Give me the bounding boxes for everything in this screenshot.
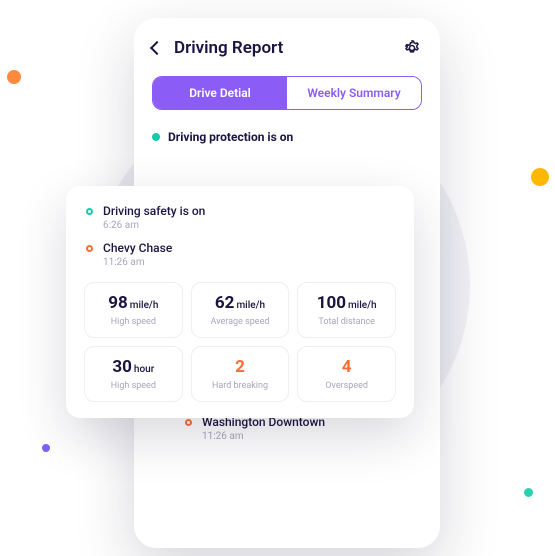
list-item[interactable]: Driving safety is on 6:26 am [84,204,396,231]
timeline-dot-icon [86,245,93,252]
metric-cell: 62mile/h Average speed [191,282,290,338]
metric-cell: 98mile/h High speed [84,282,183,338]
metric-label: High speed [93,317,174,327]
metric-label: Average speed [200,317,281,327]
settings-icon[interactable] [402,38,422,58]
tab-bar: Drive Detial Weekly Summary [152,76,422,110]
metric-label: Overspeed [306,381,387,391]
metric-label: Total distance [306,317,387,327]
detail-card: Driving safety is on 6:26 am Chevy Chase… [66,186,414,418]
event-label: Chevy Chase [103,241,172,255]
timeline-dot-icon [86,208,93,215]
metric-value: 30 [112,357,132,377]
protection-status: Driving protection is on [152,130,422,144]
metric-unit: hour [134,364,154,375]
time-label: 11:26 am [103,257,172,268]
page-title: Driving Report [174,38,283,58]
metric-value: 100 [317,293,346,313]
metric-cell: 4 Overspeed [297,346,396,402]
back-icon[interactable] [150,41,164,55]
time-label: 11:26 am [202,431,325,442]
metrics-grid: 98mile/hHigh speed62mile/hAverage speed1… [84,282,396,402]
time-label: 6:26 am [103,220,205,231]
list-item[interactable]: Washington Downtown 11:26 am [183,415,422,442]
metric-cell: 30hour High speed [84,346,183,402]
metric-value: 2 [235,357,245,377]
metric-unit: mile/h [236,300,265,311]
metric-cell: 2 Hard breaking [191,346,290,402]
metric-label: High speed [93,381,174,391]
metric-unit: mile/h [130,300,159,311]
event-label: Driving safety is on [103,204,205,218]
metric-value: 4 [342,357,352,377]
app-header: Driving Report [152,38,422,58]
status-text: Driving protection is on [168,130,293,144]
decor-dot-orange [7,70,21,84]
list-item[interactable]: Chevy Chase 11:26 am [84,241,396,268]
decor-dot-purple [42,444,50,452]
metric-unit: mile/h [348,300,377,311]
metric-value: 98 [108,293,128,313]
metric-label: Hard breaking [200,381,281,391]
timeline-dot-icon [185,419,192,426]
tab-drive-detail[interactable]: Drive Detial [153,77,287,109]
metric-value: 62 [215,293,235,313]
decor-dot-yellow [531,168,549,186]
decor-dot-teal [524,488,533,497]
tab-weekly-summary[interactable]: Weekly Summary [287,77,421,109]
status-dot-icon [152,133,160,141]
metric-cell: 100mile/h Total distance [297,282,396,338]
